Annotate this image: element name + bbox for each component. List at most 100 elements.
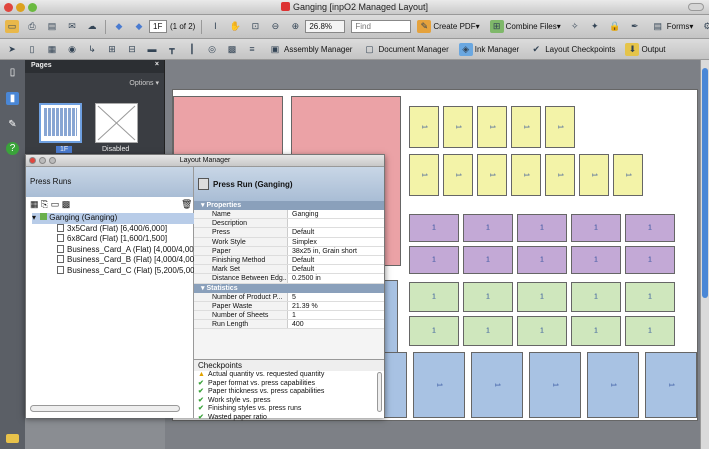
property-value[interactable] xyxy=(288,219,384,227)
scroll-thumb[interactable] xyxy=(702,68,708,298)
property-value[interactable]: Default xyxy=(288,228,384,236)
next-page-icon[interactable]: ◆ xyxy=(132,20,146,33)
step-tool-icon[interactable]: ↳ xyxy=(85,43,99,56)
property-value[interactable]: 1 xyxy=(288,311,384,319)
page-thumbnail-1f[interactable] xyxy=(39,103,82,143)
select-tool-icon[interactable]: I xyxy=(208,20,222,33)
vertical-scrollbar[interactable] xyxy=(700,60,709,449)
property-row[interactable]: Finishing Method Default xyxy=(194,255,384,266)
signatures-icon[interactable]: ✎ xyxy=(6,118,19,131)
property-value[interactable]: 5 xyxy=(288,293,384,301)
help-icon[interactable]: ? xyxy=(6,142,19,155)
folder-icon[interactable]: ▩ xyxy=(62,199,71,209)
property-value[interactable]: 400 xyxy=(288,320,384,328)
tree-item[interactable]: Business_Card_C (Flat) [5,200/5,000] xyxy=(32,265,201,277)
property-value[interactable]: 21.39 % xyxy=(288,302,384,310)
business-card-a[interactable]: 1 xyxy=(477,154,507,196)
business-card-b[interactable]: 1 xyxy=(409,214,459,242)
property-row[interactable]: Distance Between Edg... 0.2500 in xyxy=(194,274,384,284)
property-row[interactable]: Number of Product P... 5 xyxy=(194,292,384,302)
property-row[interactable]: Paper Waste 21.39 % xyxy=(194,301,384,311)
distribute-tool-icon[interactable]: ⊟ xyxy=(125,43,139,56)
business-card-a[interactable]: 1 xyxy=(545,106,575,148)
property-value[interactable]: Ganging xyxy=(288,210,384,218)
target-tool-icon[interactable]: ◎ xyxy=(205,43,219,56)
checkpoint-item[interactable]: ✔ Paper thickness vs. press capabilities xyxy=(194,388,384,397)
business-card-a[interactable]: 1 xyxy=(409,154,439,196)
property-row[interactable]: Paper 38x25 in, Grain short xyxy=(194,246,384,256)
bookmarks-icon[interactable]: ▮ xyxy=(6,92,19,105)
tiles-tool-icon[interactable]: ▩ xyxy=(225,43,239,56)
business-card-c[interactable]: 1 xyxy=(571,282,621,312)
toolbar-toggle-button[interactable] xyxy=(688,3,704,11)
business-card-c[interactable]: 1 xyxy=(625,316,675,346)
close-window-button[interactable] xyxy=(29,157,36,164)
property-row[interactable]: Work Style Simplex xyxy=(194,237,384,247)
business-card-a[interactable]: 1 xyxy=(443,154,473,196)
view-tool-icon[interactable]: ◉ xyxy=(65,43,79,56)
property-value[interactable]: Default xyxy=(288,256,384,264)
new-press-run-icon[interactable]: ▦ xyxy=(30,199,39,209)
business-card-a[interactable]: 1 xyxy=(545,154,575,196)
open-folder-icon[interactable]: ▭ xyxy=(5,20,19,33)
checkpoint-item[interactable]: ✔ Paper format vs. press capabilities xyxy=(194,380,384,389)
business-card-c[interactable]: 1 xyxy=(409,282,459,312)
email-icon[interactable]: ✉ xyxy=(65,20,79,33)
business-card-a[interactable]: 1 xyxy=(613,154,643,196)
business-card-a[interactable]: 1 xyxy=(511,106,541,148)
business-card-a[interactable]: 1 xyxy=(409,106,439,148)
card-3x5[interactable]: 1 xyxy=(413,352,465,418)
tree-root-ganging[interactable]: ▾ Ganging (Ganging) xyxy=(32,213,202,224)
secure-icon[interactable]: 🔒 xyxy=(608,20,622,33)
property-row[interactable]: Description xyxy=(194,219,384,229)
page-number-field[interactable]: 1F xyxy=(149,20,167,33)
save-icon[interactable]: ▤ xyxy=(45,20,59,33)
lines-tool-icon[interactable]: ≡ xyxy=(245,43,259,56)
business-card-b[interactable]: 1 xyxy=(409,246,459,274)
statistics-section[interactable]: ▾ Statistics xyxy=(194,283,384,293)
checkpoint-item[interactable]: ✔ Wasted paper ratio xyxy=(194,414,384,423)
card-3x5[interactable]: 1 xyxy=(587,352,639,418)
property-row[interactable]: Number of Sheets 1 xyxy=(194,310,384,321)
grid-tool-icon[interactable]: ▦ xyxy=(45,43,59,56)
layout-checkpoints-button[interactable]: ✔ Layout Checkpoints xyxy=(527,43,615,56)
business-card-b[interactable]: 1 xyxy=(571,214,621,242)
business-card-b[interactable]: 1 xyxy=(517,246,567,274)
forms-button[interactable]: ▤ Forms ▾ xyxy=(649,20,693,33)
business-card-a[interactable]: 1 xyxy=(477,106,507,148)
business-card-a[interactable]: 1 xyxy=(511,154,541,196)
import-icon[interactable]: ⎘ xyxy=(41,199,48,209)
tree-item[interactable]: Business_Card_A (Flat) [4,000/4,000] xyxy=(32,244,201,256)
pages-panel-icon[interactable]: ▯ xyxy=(6,66,19,79)
color-bar-icon[interactable]: ▬ xyxy=(145,43,159,56)
ink-manager-button[interactable]: ◈ Ink Manager xyxy=(457,42,519,56)
properties-section[interactable]: ▾ Properties xyxy=(194,201,384,210)
business-card-b[interactable]: 1 xyxy=(625,214,675,242)
property-value[interactable]: Simplex xyxy=(288,238,384,246)
business-card-c[interactable]: 1 xyxy=(517,282,567,312)
minimize-window-button[interactable] xyxy=(39,157,46,164)
property-row[interactable]: Press Default xyxy=(194,228,384,238)
review-icon[interactable]: ✦ xyxy=(588,20,602,33)
checkpoints-scrollbar[interactable] xyxy=(377,372,382,412)
business-card-a[interactable]: 1 xyxy=(443,106,473,148)
tree-item[interactable]: 6x8Card (Flat) [1,600/1,500] xyxy=(32,234,201,245)
business-card-c[interactable]: 1 xyxy=(571,316,621,346)
tree-item[interactable]: Business_Card_B (Flat) [4,000/4,000] xyxy=(32,255,201,266)
checkpoint-item[interactable]: ✔ Finishing styles vs. press runs xyxy=(194,405,384,414)
property-row[interactable]: Mark Set Default xyxy=(194,265,384,275)
business-card-c[interactable]: 1 xyxy=(625,282,675,312)
business-card-b[interactable]: 1 xyxy=(463,214,513,242)
close-panel-icon[interactable]: × xyxy=(155,61,159,68)
property-value[interactable]: Default xyxy=(288,265,384,273)
previous-page-icon[interactable]: ◆ xyxy=(112,20,126,33)
combine-files-button[interactable]: ⊞ Combine Files ▾ xyxy=(488,20,561,33)
mark-tool-icon[interactable]: ┳ xyxy=(165,43,179,56)
hand-tool-icon[interactable]: ✋ xyxy=(228,20,242,33)
checkpoint-item[interactable]: ✔ Work style vs. press xyxy=(194,397,384,406)
page-tool-icon[interactable]: ▯ xyxy=(25,43,39,56)
business-card-c[interactable]: 1 xyxy=(463,282,513,312)
business-card-c[interactable]: 1 xyxy=(463,316,513,346)
property-value[interactable]: 0.2500 in xyxy=(288,274,384,282)
zoom-in-icon[interactable]: ⊕ xyxy=(288,20,302,33)
